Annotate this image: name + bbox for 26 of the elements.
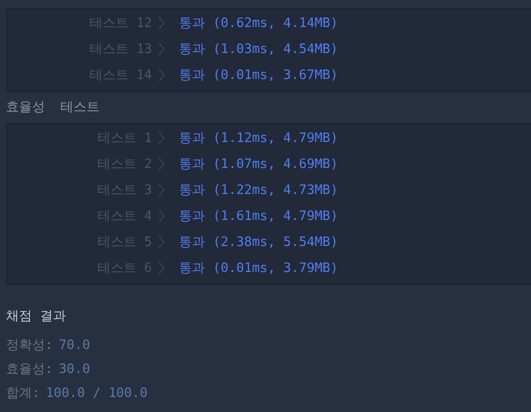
chevron-icon: [158, 209, 165, 223]
test-result: 통과 (2.38ms, 5.54MB): [179, 234, 338, 251]
score-label: 합계:: [6, 385, 40, 402]
score-value: 100.0 / 100.0: [46, 386, 148, 400]
test-result: 통과 (1.61ms, 4.79MB): [179, 208, 338, 225]
chevron-icon: [158, 131, 165, 145]
chevron-icon: [158, 235, 165, 249]
chevron-icon: [158, 157, 165, 171]
test-result: 통과 (0.01ms, 3.67MB): [179, 67, 338, 84]
chevron-icon: [158, 16, 165, 30]
test-result: 통과 (0.01ms, 3.79MB): [179, 260, 338, 277]
test-result: 통과 (0.62ms, 4.14MB): [179, 15, 338, 32]
chevron-icon: [158, 261, 165, 275]
score-label: 정확성:: [6, 337, 53, 354]
test-result: 통과 (1.22ms, 4.73MB): [179, 182, 338, 199]
test-result: 통과 (1.03ms, 4.54MB): [179, 41, 338, 58]
score-value: 70.0: [58, 338, 90, 352]
chevron-icon: [158, 68, 165, 82]
chevron-icon: [158, 183, 165, 197]
test-result: 통과 (1.12ms, 4.79MB): [179, 130, 338, 147]
section-heading: 효율성 테스트: [5, 99, 101, 117]
score-value: 30.0: [58, 362, 90, 376]
score-label: 효율성:: [6, 361, 53, 378]
test-result: 통과 (1.07ms, 4.69MB): [179, 156, 338, 173]
grading-title: 채점 결과: [6, 308, 67, 325]
chevron-icon: [158, 42, 165, 56]
